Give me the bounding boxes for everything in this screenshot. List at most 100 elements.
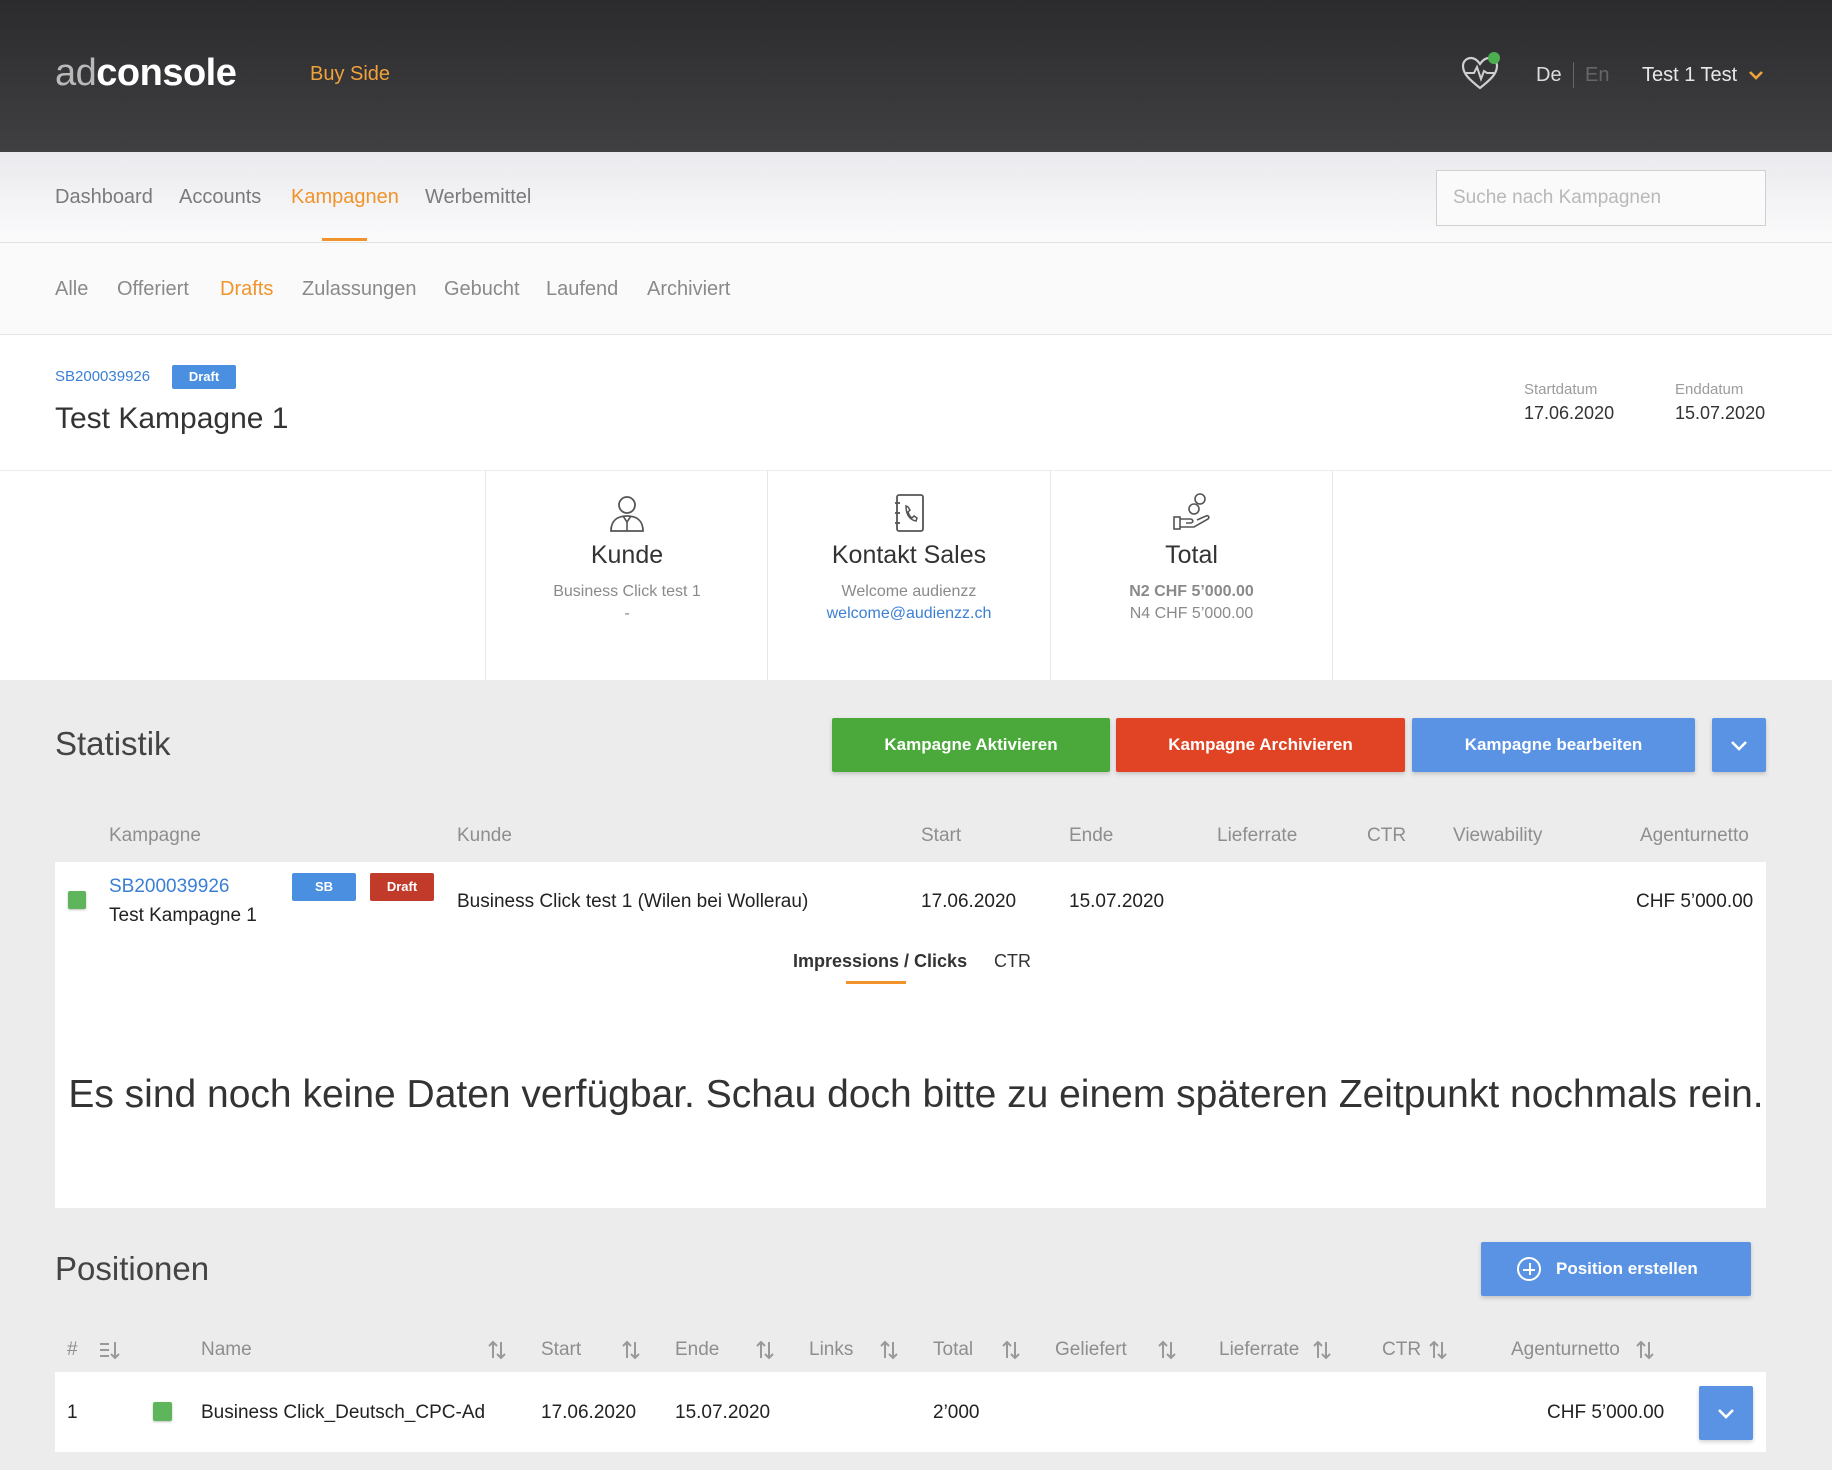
- sub-nav: Alle Offeriert Drafts Zulassungen Gebuch…: [0, 243, 1832, 335]
- nav-kampagnen[interactable]: Kampagnen: [291, 186, 399, 209]
- card-total-n2: N2 CHF 5’000.00: [1129, 583, 1254, 600]
- pos-row-start: 17.06.2020: [541, 1402, 637, 1423]
- card-total-n4: N4 CHF 5’000.00: [1129, 605, 1254, 622]
- user-menu[interactable]: Test 1 Test: [1642, 64, 1737, 87]
- pos-row-total: 2’000: [933, 1402, 980, 1423]
- sort-icon[interactable]: [1634, 1339, 1656, 1361]
- pos-col-links[interactable]: Links: [809, 1339, 853, 1361]
- logo[interactable]: adconsole: [55, 52, 237, 95]
- col-agenturnetto[interactable]: Agenturnetto: [1640, 825, 1749, 847]
- create-position-button[interactable]: Position erstellen: [1481, 1242, 1751, 1296]
- col-viewability[interactable]: Viewability: [1453, 825, 1542, 847]
- row-campaign-id[interactable]: SB200039926: [109, 876, 229, 898]
- tag-sb: SB: [292, 873, 356, 901]
- pos-row-name[interactable]: Business Click_Deutsch_CPC-Ad: [201, 1402, 485, 1424]
- sort-icon[interactable]: [1156, 1339, 1178, 1361]
- pos-col-agenturnetto[interactable]: Agenturnetto: [1511, 1339, 1620, 1361]
- positionen-title: Positionen: [55, 1250, 210, 1287]
- status-dot: [1488, 52, 1500, 64]
- start-date-label: Startdatum: [1524, 381, 1598, 398]
- row-kunde: Business Click test 1 (Wilen bei Wollera…: [457, 891, 809, 912]
- search-input[interactable]: [1436, 170, 1766, 226]
- filter-drafts[interactable]: Drafts: [220, 278, 273, 301]
- customer-icon: [610, 496, 644, 532]
- sort-icon[interactable]: [754, 1339, 776, 1361]
- card-total: Total N2 CHF 5’000.00 N4 CHF 5’000.00: [1050, 471, 1333, 680]
- nav-accounts[interactable]: Accounts: [179, 186, 261, 209]
- pos-col-lieferrate[interactable]: Lieferrate: [1219, 1339, 1299, 1361]
- empty-state-message: Es sind noch keine Daten verfügbar. Scha…: [68, 1073, 1764, 1116]
- sort-icon[interactable]: [1427, 1339, 1449, 1361]
- col-ende[interactable]: Ende: [1069, 825, 1113, 847]
- col-kampagne[interactable]: Kampagne: [109, 825, 201, 847]
- pos-col-start[interactable]: Start: [541, 1339, 581, 1361]
- col-ctr[interactable]: CTR: [1367, 825, 1406, 847]
- filter-archiviert[interactable]: Archiviert: [647, 278, 730, 301]
- pos-col-geliefert[interactable]: Geliefert: [1055, 1339, 1127, 1361]
- nav-werbemittel[interactable]: Werbemittel: [425, 186, 531, 209]
- activate-campaign-button[interactable]: Kampagne Aktivieren: [832, 718, 1110, 772]
- chevron-down-icon: [1718, 1409, 1734, 1419]
- card-kunde: Kunde Business Click test 1 -: [485, 471, 768, 680]
- col-lieferrate[interactable]: Lieferrate: [1217, 825, 1297, 847]
- card-kontakt-name: Welcome audienzz: [841, 583, 977, 600]
- col-start[interactable]: Start: [921, 825, 961, 847]
- chevron-down-icon[interactable]: [1747, 66, 1765, 84]
- edit-campaign-button[interactable]: Kampagne bearbeiten: [1412, 718, 1695, 772]
- pos-col-ctr[interactable]: CTR: [1382, 1339, 1421, 1361]
- end-date-label: Enddatum: [1675, 381, 1744, 398]
- plus-circle-icon: [1517, 1257, 1541, 1281]
- sort-icon[interactable]: [620, 1339, 642, 1361]
- logo-part-console: console: [96, 52, 237, 94]
- archive-campaign-button[interactable]: Kampagne Archivieren: [1116, 718, 1405, 772]
- row-ende: 15.07.2020: [1069, 891, 1165, 912]
- language-de[interactable]: De: [1536, 64, 1562, 87]
- sort-icon[interactable]: [486, 1339, 508, 1361]
- page-title: Test Kampagne 1: [55, 402, 289, 435]
- filter-laufend[interactable]: Laufend: [546, 278, 618, 301]
- pos-col-ende[interactable]: Ende: [675, 1339, 719, 1361]
- col-kunde[interactable]: Kunde: [457, 825, 512, 847]
- card-kunde-title: Kunde: [590, 541, 664, 569]
- tab-ctr[interactable]: CTR: [994, 951, 1031, 972]
- card-kontakt-email[interactable]: welcome@audienzz.ch: [768, 605, 1050, 623]
- row-start: 17.06.2020: [921, 891, 1017, 912]
- campaign-id[interactable]: SB200039926: [55, 368, 150, 385]
- filter-alle[interactable]: Alle: [55, 278, 88, 301]
- chevron-down-icon: [1731, 741, 1747, 751]
- tab-impressions-clicks[interactable]: Impressions / Clicks: [793, 951, 967, 972]
- sort-icon[interactable]: [1311, 1339, 1333, 1361]
- money-hand-icon: [1172, 493, 1210, 530]
- status-indicator: [153, 1402, 172, 1421]
- pos-col-total[interactable]: Total: [933, 1339, 973, 1361]
- pos-row-ende: 15.07.2020: [675, 1402, 771, 1423]
- pos-col-name[interactable]: Name: [201, 1339, 252, 1361]
- statistik-title: Statistik: [55, 725, 171, 762]
- pos-row-agenturnetto: CHF 5’000.00: [1547, 1402, 1665, 1423]
- filter-gebucht[interactable]: Gebucht: [444, 278, 520, 301]
- pos-col-number[interactable]: #: [67, 1339, 78, 1361]
- filter-zulassungen[interactable]: Zulassungen: [302, 278, 417, 301]
- nav-dashboard[interactable]: Dashboard: [55, 186, 153, 209]
- card-kunde-detail: -: [624, 605, 630, 622]
- card-total-title: Total: [1165, 541, 1218, 569]
- main-nav: Dashboard Accounts Kampagnen Werbemittel: [0, 152, 1832, 243]
- buy-side-link[interactable]: Buy Side: [310, 63, 390, 86]
- active-tab-indicator: [846, 981, 906, 984]
- end-date-value: 15.07.2020: [1675, 403, 1766, 423]
- create-position-label: Position erstellen: [1556, 1259, 1698, 1278]
- language-en[interactable]: En: [1585, 64, 1609, 87]
- filter-offeriert[interactable]: Offeriert: [117, 278, 189, 301]
- logo-part-ad: ad: [55, 52, 97, 94]
- tag-draft: Draft: [370, 873, 434, 901]
- start-date-value: 17.06.2020: [1524, 403, 1615, 423]
- row-campaign-name: Test Kampagne 1: [109, 905, 257, 926]
- more-actions-button[interactable]: [1712, 718, 1766, 772]
- top-bar: adconsole Buy Side De En Test 1 Test: [0, 0, 1832, 152]
- sort-icon[interactable]: [1000, 1339, 1022, 1361]
- campaign-header: SB200039926 Draft Test Kampagne 1 Startd…: [0, 335, 1832, 471]
- sort-icon[interactable]: [98, 1339, 120, 1361]
- sort-icon[interactable]: [878, 1339, 900, 1361]
- row-actions-button[interactable]: [1699, 1386, 1753, 1440]
- info-cards: Kunde Business Click test 1 - Kontakt Sa…: [0, 471, 1832, 680]
